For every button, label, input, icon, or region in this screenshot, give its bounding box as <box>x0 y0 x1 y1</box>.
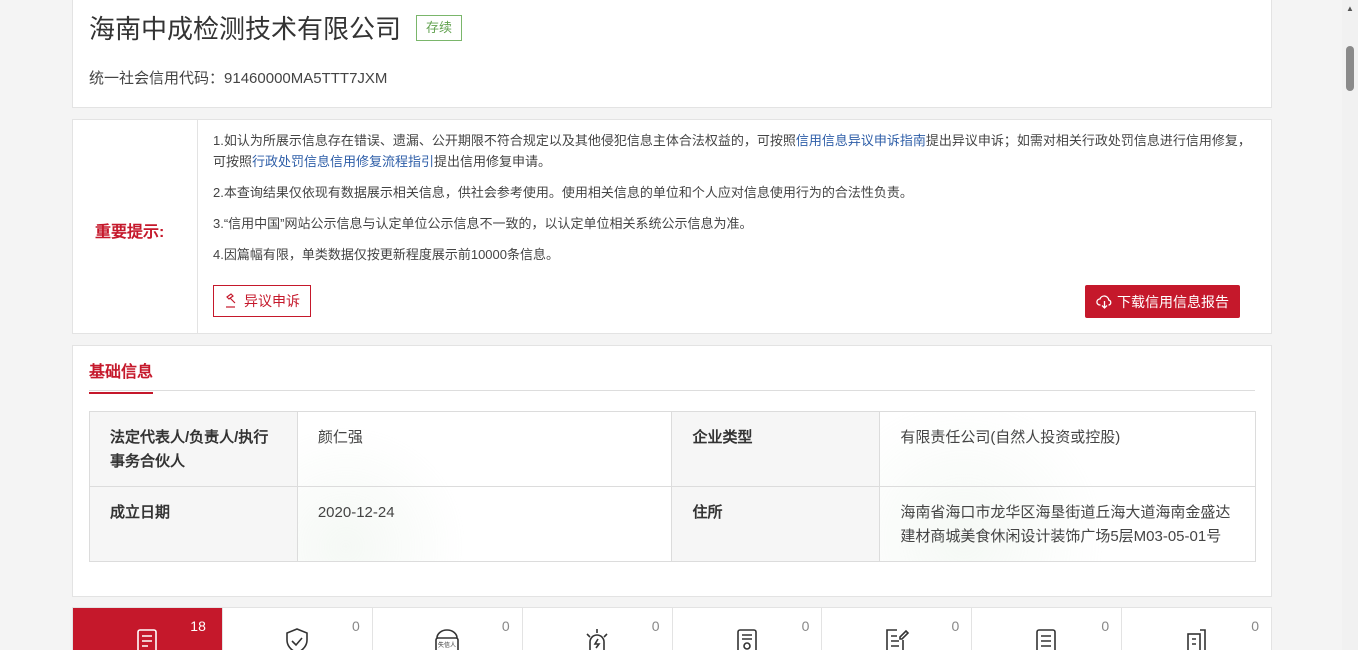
category-count: 0 <box>501 618 510 634</box>
category-tab-4[interactable]: 0 <box>523 608 673 650</box>
enterprise-type-label: 企业类型 <box>671 411 881 487</box>
shield-check-icon <box>286 628 308 650</box>
download-report-label: 下载信用信息报告 <box>1117 293 1229 310</box>
establishment-date-label: 成立日期 <box>89 486 298 562</box>
notice-title: 重要提示: <box>95 224 165 241</box>
appeal-button-label: 异议申诉 <box>244 293 300 309</box>
category-count: 0 <box>801 618 810 634</box>
status-badge: 存续 <box>416 15 463 41</box>
category-tabs: 18 0 失信人 0 0 0 0 0 0 <box>72 607 1272 650</box>
category-tab-6[interactable]: 0 <box>822 608 973 650</box>
gavel-icon <box>226 293 236 308</box>
category-tab-5[interactable]: 0 <box>673 608 823 650</box>
category-count: 18 <box>190 618 206 634</box>
address-label: 住所 <box>671 486 881 562</box>
category-count: 0 <box>351 618 360 634</box>
tab-basic-info[interactable]: 基础信息 <box>89 358 154 394</box>
scroll-thumb[interactable] <box>1346 46 1354 91</box>
table-row: 法定代表人/负责人/执行事务合伙人 颜仁强 企业类型 有限责任公司(自然人投资或… <box>89 411 1256 487</box>
category-count: 0 <box>1251 618 1259 634</box>
notice-text: 1.如认为所展示信息存在错误、遗漏、公开期限不符合规定以及其他侵犯信息主体合法权… <box>213 133 796 148</box>
category-count: 0 <box>951 618 960 634</box>
company-name: 海南中成检测技术有限公司 <box>89 14 402 44</box>
category-count: 0 <box>651 618 660 634</box>
notice-item-2: 2.本查询结果仅依现有数据展示相关信息，供社会参考使用。使用相关信息的单位和个人… <box>213 185 913 200</box>
download-report-button[interactable]: 下载信用信息报告 <box>1085 285 1240 318</box>
edit-document-icon <box>886 629 910 650</box>
category-count: 0 <box>1101 618 1110 634</box>
notice-card: 重要提示: 1.如认为所展示信息存在错误、遗漏、公开期限不符合规定以及其他侵犯信… <box>72 119 1272 334</box>
credit-code-value: 91460000MA5TTT7JXM <box>224 70 388 87</box>
notice-item-3: 3.“信用中国”网站公示信息与认定单位公示信息不一致的，以认定单位相关系统公示信… <box>213 216 753 231</box>
category-tab-3[interactable]: 失信人 0 <box>373 608 523 650</box>
category-tab-2[interactable]: 0 <box>223 608 373 650</box>
certificate-icon <box>736 629 757 650</box>
notice-text: 提出信用修复申请。 <box>434 154 552 169</box>
credit-repair-guide-link[interactable]: 行政处罚信息信用修复流程指引 <box>252 154 434 169</box>
credit-code: 统一社会信用代码：91460000MA5TTT7JXM <box>89 67 387 88</box>
document-list-icon <box>137 629 157 650</box>
company-header-card: 海南中成检测技术有限公司 存续 统一社会信用代码：91460000MA5TTT7… <box>72 0 1272 108</box>
establishment-date-value: 2020-12-24 <box>296 486 673 562</box>
category-tab-8[interactable]: 0 <box>1122 608 1271 650</box>
building-icon <box>1187 629 1206 650</box>
basic-info-card: 基础信息 法定代表人/负责人/执行事务合伙人 颜仁强 企业类型 有限责任公司(自… <box>72 345 1272 597</box>
notice-item-4: 4.因篇幅有限，单类数据仅按更新程度展示前10000条信息。 <box>213 247 559 262</box>
warning-light-icon <box>586 629 608 650</box>
table-row: 成立日期 2020-12-24 住所 海南省海口市龙华区海垦街道丘海大道海南金盛… <box>89 486 1256 562</box>
appeal-button[interactable]: 异议申诉 <box>213 285 311 317</box>
dishonest-badge-icon: 失信人 <box>434 629 459 650</box>
notice-item-1: 1.如认为所展示信息存在错误、遗漏、公开期限不符合规定以及其他侵犯信息主体合法权… <box>213 130 1258 172</box>
basic-info-table: 法定代表人/负责人/执行事务合伙人 颜仁强 企业类型 有限责任公司(自然人投资或… <box>89 411 1256 562</box>
appeal-guide-link[interactable]: 信用信息异议申诉指南 <box>796 133 926 148</box>
report-document-icon <box>1036 629 1057 650</box>
legal-representative-value: 颜仁强 <box>296 411 673 487</box>
address-value: 海南省海口市龙华区海垦街道丘海大道海南金盛达建材商城美食休闲设计装饰广场5层M0… <box>879 486 1256 562</box>
scroll-up-arrow-icon[interactable]: ▲ <box>1342 0 1358 16</box>
category-tab-7[interactable]: 0 <box>972 608 1123 650</box>
notice-body: 1.如认为所展示信息存在错误、遗漏、公开期限不符合规定以及其他侵犯信息主体合法权… <box>213 130 1258 275</box>
legal-representative-label: 法定代表人/负责人/执行事务合伙人 <box>89 411 298 487</box>
tab-divider <box>89 390 1255 391</box>
notice-title-cell: 重要提示: <box>73 120 198 333</box>
cloud-download-icon <box>1096 295 1112 309</box>
credit-code-label: 统一社会信用代码： <box>89 70 225 87</box>
vertical-scrollbar[interactable]: ▲ <box>1342 0 1358 650</box>
category-tab-administrative-management[interactable]: 18 <box>73 608 223 650</box>
enterprise-type-value: 有限责任公司(自然人投资或控股) <box>879 411 1256 487</box>
svg-text:失信人: 失信人 <box>438 641 456 649</box>
